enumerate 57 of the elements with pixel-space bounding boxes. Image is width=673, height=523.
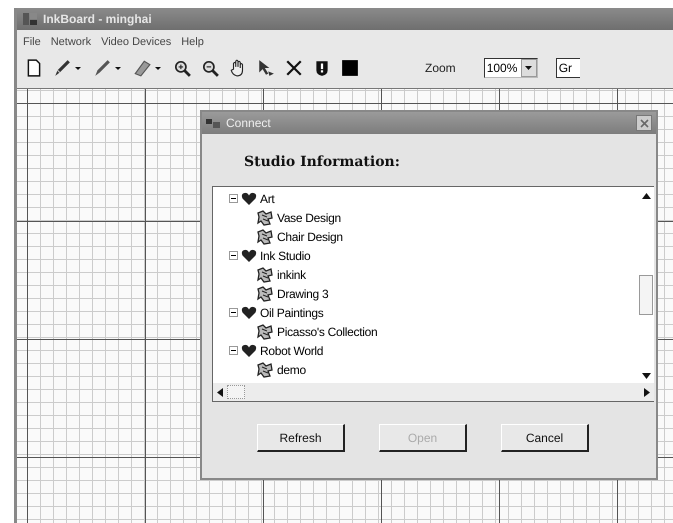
drawing-icon: [256, 286, 274, 302]
pointer-icon[interactable]: [257, 59, 275, 77]
collapse-toggle[interactable]: [229, 308, 238, 317]
dialog-title: Connect: [226, 116, 272, 130]
page-icon[interactable]: [25, 59, 43, 77]
tree-item[interactable]: demo: [277, 362, 306, 376]
tree-item[interactable]: Robot World: [260, 344, 324, 358]
scroll-right-icon[interactable]: [644, 388, 650, 396]
tree-item[interactable]: Vase Design: [277, 210, 341, 224]
drawing-icon: [256, 362, 274, 378]
heart-icon: [241, 192, 257, 206]
scroll-thumb[interactable]: [227, 385, 245, 399]
scroll-left-icon[interactable]: [217, 388, 223, 396]
tree-item[interactable]: Art: [260, 192, 274, 206]
zoom-label: Zoom: [425, 61, 456, 75]
heart-icon: [241, 248, 257, 262]
cross-icon[interactable]: [285, 59, 303, 77]
collapse-toggle[interactable]: [229, 251, 238, 260]
drawing-icon: [256, 324, 274, 340]
heart-icon: [241, 344, 257, 358]
app-icon: [23, 12, 37, 26]
dialog-button[interactable]: Refresh: [257, 424, 345, 452]
menu-item[interactable]: Help: [181, 36, 204, 48]
collapse-toggle[interactable]: [229, 194, 238, 203]
close-button[interactable]: [636, 115, 652, 131]
scroll-down-icon[interactable]: [642, 373, 650, 379]
zoom-out-icon[interactable]: [201, 59, 219, 77]
menu-item[interactable]: Network: [50, 36, 92, 48]
dialog-button[interactable]: Cancel: [501, 424, 589, 452]
pen-icon[interactable]: [53, 59, 71, 77]
heart-icon: [241, 306, 257, 320]
tree-item[interactable]: inkink: [277, 268, 306, 282]
drawing-icon: [256, 228, 274, 244]
drawing-icon: [256, 266, 274, 282]
tree-item[interactable]: Picasso's Collection: [277, 324, 378, 338]
window-title: InkBoard - minghai: [43, 12, 152, 26]
pen-icon[interactable]: [93, 59, 111, 77]
tree-item[interactable]: Oil Paintings: [260, 306, 324, 320]
horizontal-scrollbar[interactable]: [213, 383, 654, 401]
zoom-in-icon[interactable]: [173, 59, 191, 77]
scroll-up-icon[interactable]: [642, 193, 650, 199]
section-heading: Studio Information:: [243, 153, 401, 172]
close-icon: [640, 118, 648, 128]
network-icon: [206, 117, 220, 129]
tree-item[interactable]: Ink Studio: [260, 248, 310, 262]
menu-item[interactable]: Video Devices: [101, 36, 172, 48]
drawing-icon: [256, 210, 274, 226]
menu-item[interactable]: File: [23, 36, 41, 48]
collapse-toggle[interactable]: [229, 346, 238, 355]
eraser-icon[interactable]: [133, 59, 151, 77]
caret-icon[interactable]: [525, 66, 532, 70]
dropdown-field[interactable]: Gr: [556, 58, 580, 78]
tree-item[interactable]: Drawing 3: [277, 286, 328, 300]
scroll-thumb[interactable]: [639, 275, 653, 315]
square-icon[interactable]: [341, 59, 359, 77]
tree-item[interactable]: Chair Design: [277, 230, 343, 244]
zoom-dropdown[interactable]: 100%: [484, 58, 538, 78]
